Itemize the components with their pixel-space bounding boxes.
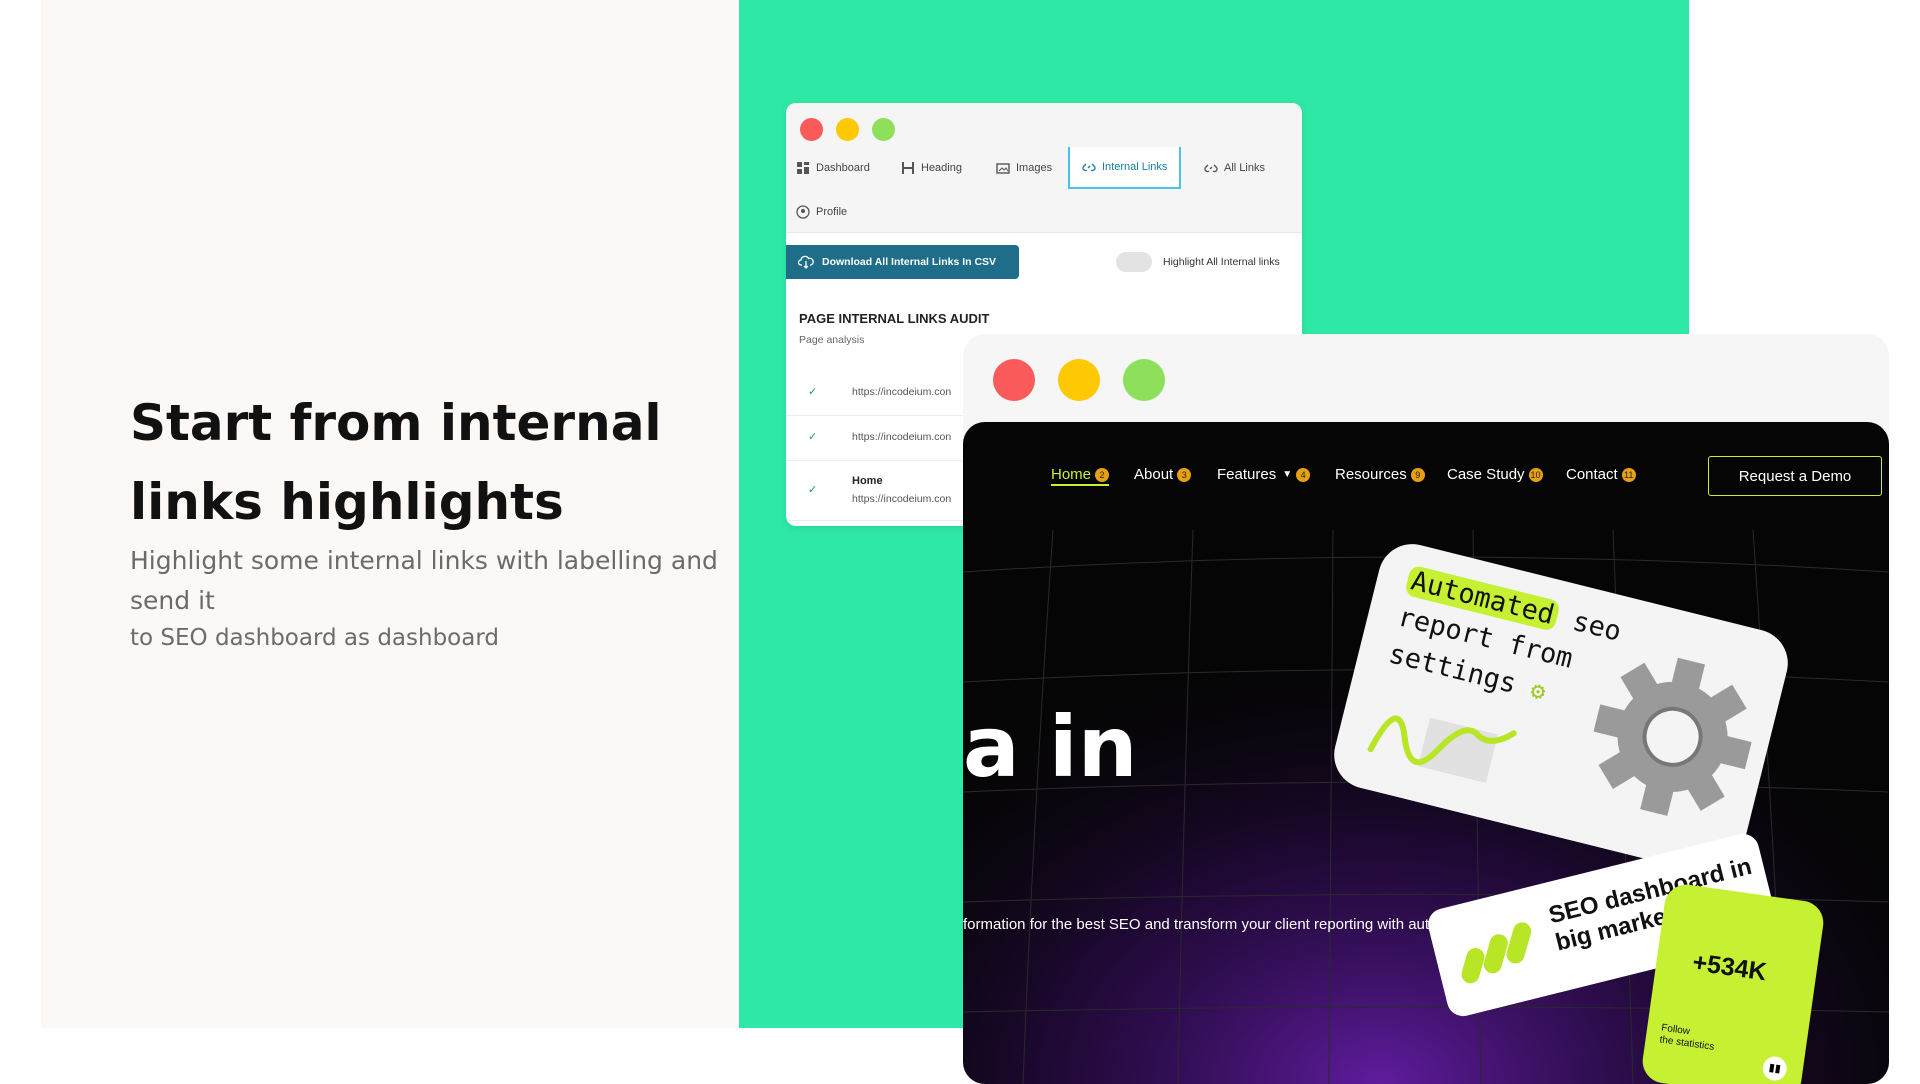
nav-case-study[interactable]: Case Study 10: [1447, 466, 1543, 483]
nav-resources[interactable]: Resources 9: [1335, 466, 1425, 483]
row-url[interactable]: https://incodeium.con: [852, 431, 951, 443]
nav-badge: 9: [1410, 467, 1425, 482]
chevron-down-icon: ▼: [1282, 469, 1293, 480]
audit-title: PAGE INTERNAL LINKS AUDIT: [799, 311, 990, 326]
nav-badge: 3: [1177, 467, 1192, 482]
minimize-dot[interactable]: [836, 118, 859, 141]
intro-subtitle-line2: to SEO dashboard as dashboard: [130, 625, 499, 651]
tab-images[interactable]: Images: [996, 147, 1052, 189]
images-icon: [996, 163, 1010, 174]
dashboard-icon: [797, 162, 809, 174]
stats-caption: Follow the statistics: [1659, 1022, 1717, 1053]
intro-headline: Start from internal links highlights: [130, 394, 662, 531]
tab-label: Heading: [921, 162, 962, 174]
check-icon: ✓: [808, 484, 818, 496]
stats-card: +534K Follow the statistics ▮▮: [1639, 881, 1827, 1084]
nav-badge: 11: [1621, 467, 1636, 482]
maximize-dot[interactable]: [1123, 359, 1165, 401]
tab-bar: Dashboard Heading Images Internal Links …: [786, 147, 1302, 233]
nav-label: Resources: [1335, 466, 1407, 483]
close-dot[interactable]: [800, 118, 823, 141]
stats-value: +534K: [1690, 948, 1769, 987]
pill-logo-icon: [1461, 922, 1532, 984]
tab-label: Images: [1016, 162, 1053, 174]
window-titlebar: [963, 334, 1889, 422]
profile-icon: [796, 205, 810, 219]
nav-label: Case Study: [1447, 466, 1525, 483]
nav-about[interactable]: About 3: [1134, 466, 1192, 483]
tab-label: Internal Links: [1102, 161, 1168, 173]
nav-features[interactable]: Features ▼ 4: [1217, 466, 1311, 483]
nav-badge: 2: [1095, 467, 1110, 482]
tab-all-links[interactable]: All Links: [1204, 147, 1265, 189]
check-icon: ✓: [808, 431, 818, 443]
tab-internal-links[interactable]: Internal Links: [1068, 147, 1182, 189]
stats-icon: ▮▮: [1761, 1055, 1789, 1083]
highlight-toggle[interactable]: [1116, 252, 1152, 272]
website-viewport: Home 2 About 3 Features ▼ 4 Resources 9 Cas…: [963, 422, 1889, 1084]
nav-label: Features: [1217, 466, 1277, 483]
website-window: Home 2 About 3 Features ▼ 4 Resources 9 Cas…: [963, 334, 1889, 1084]
minimize-dot[interactable]: [1058, 359, 1100, 401]
nav-home[interactable]: Home 2: [1051, 466, 1110, 486]
nav-label: Contact: [1566, 466, 1618, 483]
highlight-toggle-label: Highlight All Internal links: [1163, 256, 1280, 268]
tab-label: Dashboard: [816, 162, 870, 174]
row-url[interactable]: https://incodeium.con: [852, 493, 951, 505]
tab-heading[interactable]: Heading: [901, 147, 962, 189]
request-demo-button[interactable]: Request a Demo: [1708, 456, 1882, 496]
cloud-download-icon: [798, 255, 814, 269]
download-csv-label: Download All Internal Links In CSV: [822, 256, 997, 268]
download-csv-button[interactable]: Download All Internal Links In CSV: [786, 245, 1019, 279]
heading-icon: [902, 162, 914, 174]
close-dot[interactable]: [993, 359, 1035, 401]
site-nav: Home 2 About 3 Features ▼ 4 Resources 9 Cas…: [963, 422, 1889, 530]
row-name: Home: [852, 475, 883, 487]
hero-heading: a in: [963, 698, 1138, 796]
nav-badge: 10: [1528, 467, 1543, 482]
tab-profile[interactable]: Profile: [796, 191, 847, 233]
link-icon: [1082, 163, 1096, 172]
tab-dashboard[interactable]: Dashboard: [796, 147, 870, 189]
nav-contact[interactable]: Contact 11: [1566, 466, 1636, 483]
nav-badge: 4: [1296, 467, 1311, 482]
nav-label: Home: [1051, 466, 1092, 483]
maximize-dot[interactable]: [872, 118, 895, 141]
small-gear-icon: ⚙: [1527, 675, 1549, 707]
audit-subtitle: Page analysis: [799, 334, 865, 346]
intro-subtitle-line1: Highlight some internal links with label…: [130, 546, 718, 615]
link-icon: [1204, 164, 1218, 173]
tab-label: All Links: [1224, 162, 1265, 174]
nav-label: About: [1134, 466, 1174, 483]
check-icon: ✓: [808, 386, 818, 398]
tab-label: Profile: [816, 206, 848, 218]
window-titlebar: [786, 103, 1302, 147]
row-url[interactable]: https://incodeium.con: [852, 386, 951, 398]
